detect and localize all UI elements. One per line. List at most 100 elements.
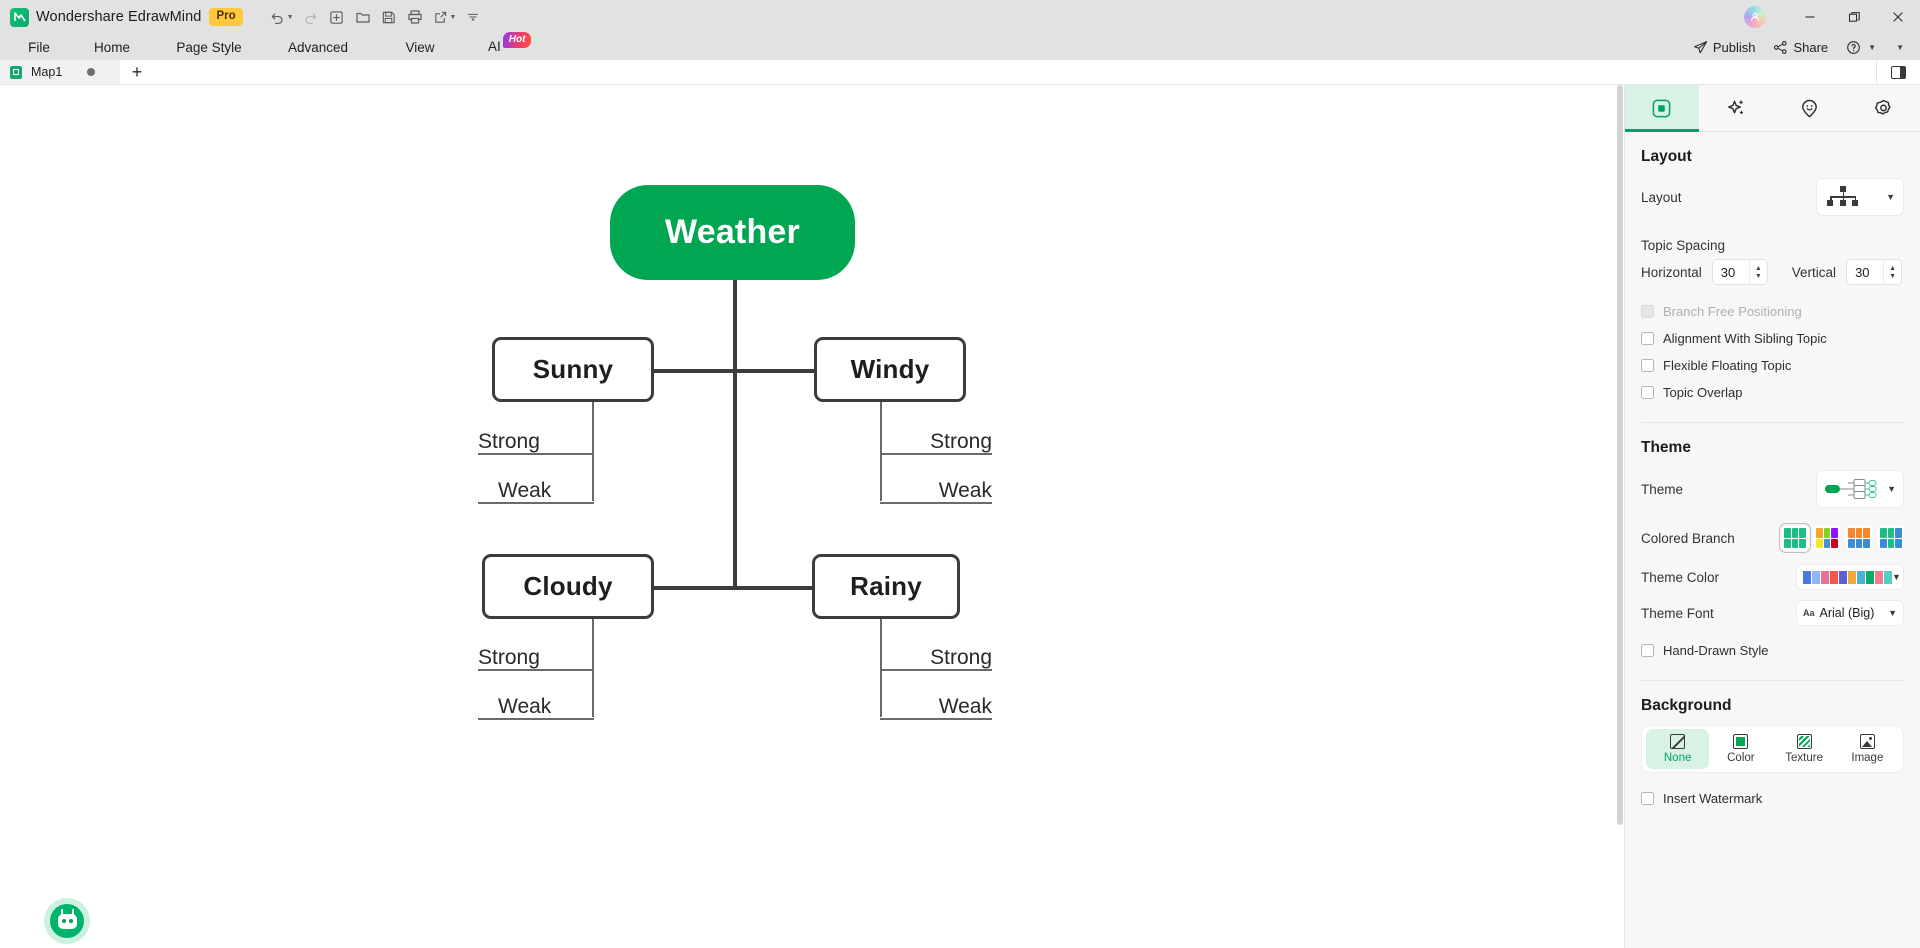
bg-option-label: None	[1663, 752, 1692, 764]
theme-font-select[interactable]: Aa Arial (Big) ▼	[1796, 600, 1904, 626]
vertical-spacing-input[interactable]	[1847, 264, 1884, 280]
mindmap-topic-sunny[interactable]: Sunny	[492, 337, 654, 402]
mindmap-topic-windy[interactable]: Windy	[814, 337, 966, 402]
bg-option-image[interactable]: Image	[1836, 729, 1899, 769]
checkbox-box[interactable]	[1641, 792, 1654, 805]
help-circle-icon	[1846, 40, 1861, 55]
new-tab-button[interactable]: +	[120, 60, 154, 84]
mindmap-topic-rainy[interactable]: Rainy	[812, 554, 960, 619]
checkbox-box[interactable]	[1641, 305, 1654, 318]
mindmap-topic-cloudy[interactable]: Cloudy	[482, 554, 654, 619]
checkbox-box[interactable]	[1641, 386, 1654, 399]
theme-color-select[interactable]: ▼	[1796, 564, 1904, 590]
tab-settings[interactable]	[1846, 85, 1920, 131]
gear-icon	[1874, 99, 1891, 115]
canvas-vertical-scrollbar[interactable]	[1616, 85, 1624, 948]
collapse-ribbon-button[interactable]: ▼	[1886, 41, 1912, 54]
bg-option-color[interactable]: Color	[1709, 729, 1772, 769]
close-button[interactable]	[1876, 0, 1920, 34]
mindmap-subtopic-windy-strong[interactable]: Strong	[880, 425, 992, 453]
checkbox-flexible-floating-topic[interactable]: Flexible Floating Topic	[1641, 352, 1904, 379]
scrollbar-thumb[interactable]	[1617, 85, 1623, 825]
title-bar: Wondershare EdrawMind Pro ▼ ▼	[0, 0, 1920, 34]
export-dropdown-icon[interactable]: ▼	[450, 14, 457, 21]
document-tab-map1[interactable]: Map1	[0, 60, 120, 84]
checkbox-box[interactable]	[1641, 359, 1654, 372]
mindmap-subtopic-cloudy-weak[interactable]: Weak	[498, 690, 598, 718]
mindmap-subtopic-sunny-weak[interactable]: Weak	[498, 474, 598, 502]
menu-file[interactable]: File	[8, 38, 70, 57]
branch-set-green[interactable]	[1779, 523, 1811, 553]
mindmap-subtopic-sunny-strong[interactable]: Strong	[478, 425, 598, 453]
user-avatar[interactable]	[1744, 6, 1766, 28]
layout-select[interactable]: ▼	[1816, 178, 1904, 216]
more-toolbar-icon[interactable]	[460, 4, 486, 30]
branch-set-orange-blue[interactable]	[1846, 526, 1872, 550]
minimize-button[interactable]	[1788, 0, 1832, 34]
checkbox-label: Flexible Floating Topic	[1663, 358, 1792, 373]
bg-option-texture[interactable]: Texture	[1773, 729, 1836, 769]
menu-home[interactable]: Home	[70, 38, 154, 57]
theme-font-dropdown-icon[interactable]: ▼	[1888, 608, 1897, 618]
theme-color-dropdown-icon[interactable]: ▼	[1892, 572, 1901, 582]
checkbox-insert-watermark[interactable]: Insert Watermark	[1641, 785, 1904, 812]
window-controls-group	[1744, 0, 1920, 34]
vertical-label: Vertical	[1791, 264, 1837, 280]
tab-clipart[interactable]	[1773, 85, 1847, 131]
checkbox-alignment-with-sibling-topic[interactable]: Alignment With Sibling Topic	[1641, 325, 1904, 352]
pro-badge: Pro	[209, 8, 243, 26]
publish-button[interactable]: Publish	[1685, 38, 1764, 57]
toggle-right-panel-button[interactable]	[1876, 60, 1920, 85]
theme-select[interactable]: ▼	[1816, 470, 1904, 508]
theme-preview-icon	[1825, 479, 1877, 499]
mindmap-subtopic-rainy-weak[interactable]: Weak	[880, 690, 992, 718]
ai-assistant-button[interactable]	[44, 898, 90, 944]
subtopic-label: Strong	[930, 429, 992, 453]
horizontal-spacing-stepper[interactable]: ▲▼	[1711, 259, 1768, 285]
theme-dropdown-icon[interactable]: ▼	[1887, 484, 1896, 494]
checkbox-box[interactable]	[1641, 332, 1654, 345]
menu-page-style[interactable]: Page Style	[154, 38, 264, 57]
undo-dropdown-icon[interactable]: ▼	[287, 14, 294, 21]
mindmap-subtopic-rainy-strong[interactable]: Strong	[880, 641, 992, 669]
menu-view[interactable]: View	[372, 38, 468, 57]
help-button[interactable]: ▼	[1838, 38, 1884, 57]
connector-rainy-weak	[880, 718, 992, 720]
horizontal-spacing-input[interactable]	[1712, 264, 1749, 280]
menu-ai-label: AI	[488, 39, 501, 54]
checkbox-branch-free-positioning[interactable]: Branch Free Positioning	[1641, 298, 1904, 325]
bg-option-none[interactable]: None	[1646, 729, 1710, 769]
help-dropdown-icon[interactable]: ▼	[1868, 43, 1876, 52]
checkbox-box[interactable]	[1641, 644, 1654, 657]
tab-layout[interactable]	[1625, 85, 1699, 132]
mindmap-subtopic-windy-weak[interactable]: Weak	[880, 474, 992, 502]
topic-label-cloudy: Cloudy	[523, 571, 613, 601]
panel-toggle-icon	[1891, 66, 1906, 79]
mindmap-subtopic-cloudy-strong[interactable]: Strong	[478, 641, 598, 669]
maximize-button[interactable]	[1832, 0, 1876, 34]
vertical-stepper-arrows[interactable]: ▲ ▼	[1883, 260, 1901, 284]
checkbox-hand-drawn-style[interactable]: Hand-Drawn Style	[1641, 637, 1904, 664]
mindmap-central-topic[interactable]: Weather	[610, 185, 855, 280]
tab-style[interactable]	[1699, 85, 1773, 131]
subtopic-label: Weak	[498, 694, 552, 718]
checkbox-topic-overlap[interactable]: Topic Overlap	[1641, 379, 1904, 406]
open-folder-icon[interactable]	[350, 4, 376, 30]
connector-windy-strong	[880, 453, 992, 455]
layout-dropdown-icon[interactable]: ▼	[1886, 192, 1895, 202]
vertical-spacing-stepper[interactable]: ▲▼	[1846, 259, 1903, 285]
branch-set-multicolor[interactable]	[1814, 526, 1840, 550]
print-icon[interactable]	[402, 4, 428, 30]
horizontal-stepper-arrows[interactable]: ▲ ▼	[1748, 260, 1767, 284]
layout-checkbox-group: Branch Free Positioning Alignment With S…	[1641, 298, 1904, 406]
divider	[1641, 680, 1904, 681]
menu-ai[interactable]: AI Hot	[488, 32, 532, 55]
menu-advanced[interactable]: Advanced	[264, 38, 372, 57]
mindmap-canvas[interactable]: Weather Sunny Strong Weak Windy Strong W…	[0, 85, 1624, 948]
theme-label: Theme	[1641, 481, 1684, 497]
redo-icon[interactable]	[298, 4, 324, 30]
share-button[interactable]: Share	[1765, 38, 1836, 57]
save-icon[interactable]	[376, 4, 402, 30]
branch-set-teal-blue[interactable]	[1878, 526, 1904, 550]
new-icon[interactable]	[324, 4, 350, 30]
